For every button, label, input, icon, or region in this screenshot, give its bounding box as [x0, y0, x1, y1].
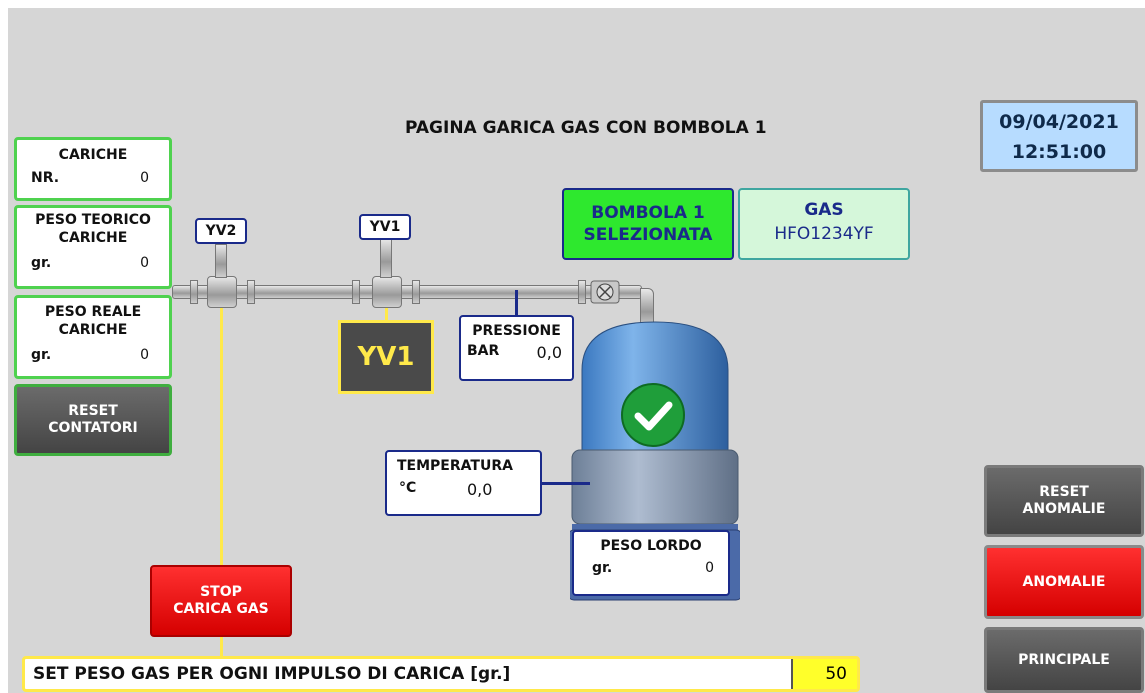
peso-reale-panel: PESO REALE CARICHE gr. 0 [14, 295, 172, 379]
yv1-status-indicator[interactable]: YV1 [338, 320, 434, 394]
set-peso-bar: SET PESO GAS PER OGNI IMPULSO DI CARICA … [22, 656, 860, 692]
peso-teorico-label: gr. [31, 255, 52, 271]
main-pipe [172, 285, 642, 299]
gas-title: GAS [804, 200, 844, 220]
pressione-box: PRESSIONE BAR 0,0 [459, 315, 574, 381]
check-ok-icon [618, 380, 688, 450]
date-value: 09/04/2021 [999, 111, 1119, 133]
yv2-signal-line-bottom [220, 636, 223, 658]
yv2-valve-body [207, 276, 237, 308]
yv1-tag[interactable]: YV1 [359, 214, 411, 240]
pipe-fitting [412, 280, 420, 304]
yv2-signal-line [220, 300, 223, 565]
yv2-valve-stem [215, 244, 227, 278]
peso-teorico-value: 0 [140, 255, 149, 271]
stop-carica-label-1: STOP [200, 584, 242, 600]
temperatura-value: 0,0 [467, 480, 493, 499]
reset-contatori-button[interactable]: RESET CONTATORI [14, 384, 172, 456]
peso-lordo-unit: gr. [592, 560, 613, 576]
stop-carica-label-2: CARICA GAS [173, 601, 269, 617]
pressione-title: PRESSIONE [472, 323, 561, 339]
gas-type-display: GAS HFO1234YF [738, 188, 910, 260]
reset-anomalie-button[interactable]: RESET ANOMALIE [984, 465, 1144, 537]
peso-lordo-title: PESO LORDO [600, 538, 702, 554]
temperatura-box: TEMPERATURA °C 0,0 [385, 450, 542, 516]
peso-reale-value: 0 [140, 347, 149, 363]
pressione-value: 0,0 [536, 343, 562, 362]
stop-carica-gas-button[interactable]: STOP CARICA GAS [150, 565, 292, 637]
anomalie-button[interactable]: ANOMALIE [984, 545, 1144, 619]
bombola-label-1: BOMBOLA 1 [591, 203, 705, 223]
datetime-display: 09/04/2021 12:51:00 [980, 100, 1138, 172]
yv1-valve-stem [380, 238, 392, 278]
pipe-fitting [247, 280, 255, 304]
peso-reale-title-1: PESO REALE [44, 304, 142, 320]
cariche-title: CARICHE [58, 147, 128, 163]
reset-contatori-label-1: RESET [68, 403, 118, 419]
set-peso-input[interactable]: 50 [791, 659, 857, 689]
peso-lordo-box: PESO LORDO gr. 0 [572, 530, 730, 596]
peso-lordo-value: 0 [705, 560, 714, 576]
yv1-valve-body [372, 276, 402, 308]
peso-teorico-title-2: CARICHE [58, 230, 128, 246]
temperatura-title: TEMPERATURA [397, 458, 513, 474]
reset-anomalie-label-1: RESET [1039, 484, 1089, 500]
temperatura-unit: °C [399, 480, 417, 496]
cariche-label: NR. [31, 170, 60, 186]
cariche-panel: CARICHE NR. 0 [14, 137, 172, 201]
pressione-unit: BAR [467, 343, 500, 359]
time-value: 12:51:00 [1011, 141, 1107, 163]
set-peso-label: SET PESO GAS PER OGNI IMPULSO DI CARICA … [33, 664, 511, 684]
principale-button[interactable]: PRINCIPALE [984, 627, 1144, 693]
yv2-tag[interactable]: YV2 [195, 218, 247, 244]
peso-teorico-title-1: PESO TEORICO [35, 212, 151, 228]
reset-anomalie-label-2: ANOMALIE [1022, 501, 1106, 517]
peso-reale-label: gr. [31, 347, 52, 363]
bombola-label-2: SELEZIONATA [583, 225, 713, 245]
gas-value: HFO1234YF [774, 224, 874, 244]
page-title: PAGINA GARICA GAS CON BOMBOLA 1 [405, 118, 767, 138]
reset-contatori-label-2: CONTATORI [48, 420, 138, 436]
pressure-sensor-line [515, 290, 518, 316]
peso-reale-title-2: CARICHE [58, 322, 128, 338]
pipe-fitting [190, 280, 198, 304]
temperature-sensor-line [542, 482, 590, 485]
bombola-selected-indicator: BOMBOLA 1 SELEZIONATA [562, 188, 734, 260]
cariche-value: 0 [140, 170, 149, 186]
pipe-fitting [352, 280, 360, 304]
peso-teorico-panel: PESO TEORICO CARICHE gr. 0 [14, 205, 172, 289]
